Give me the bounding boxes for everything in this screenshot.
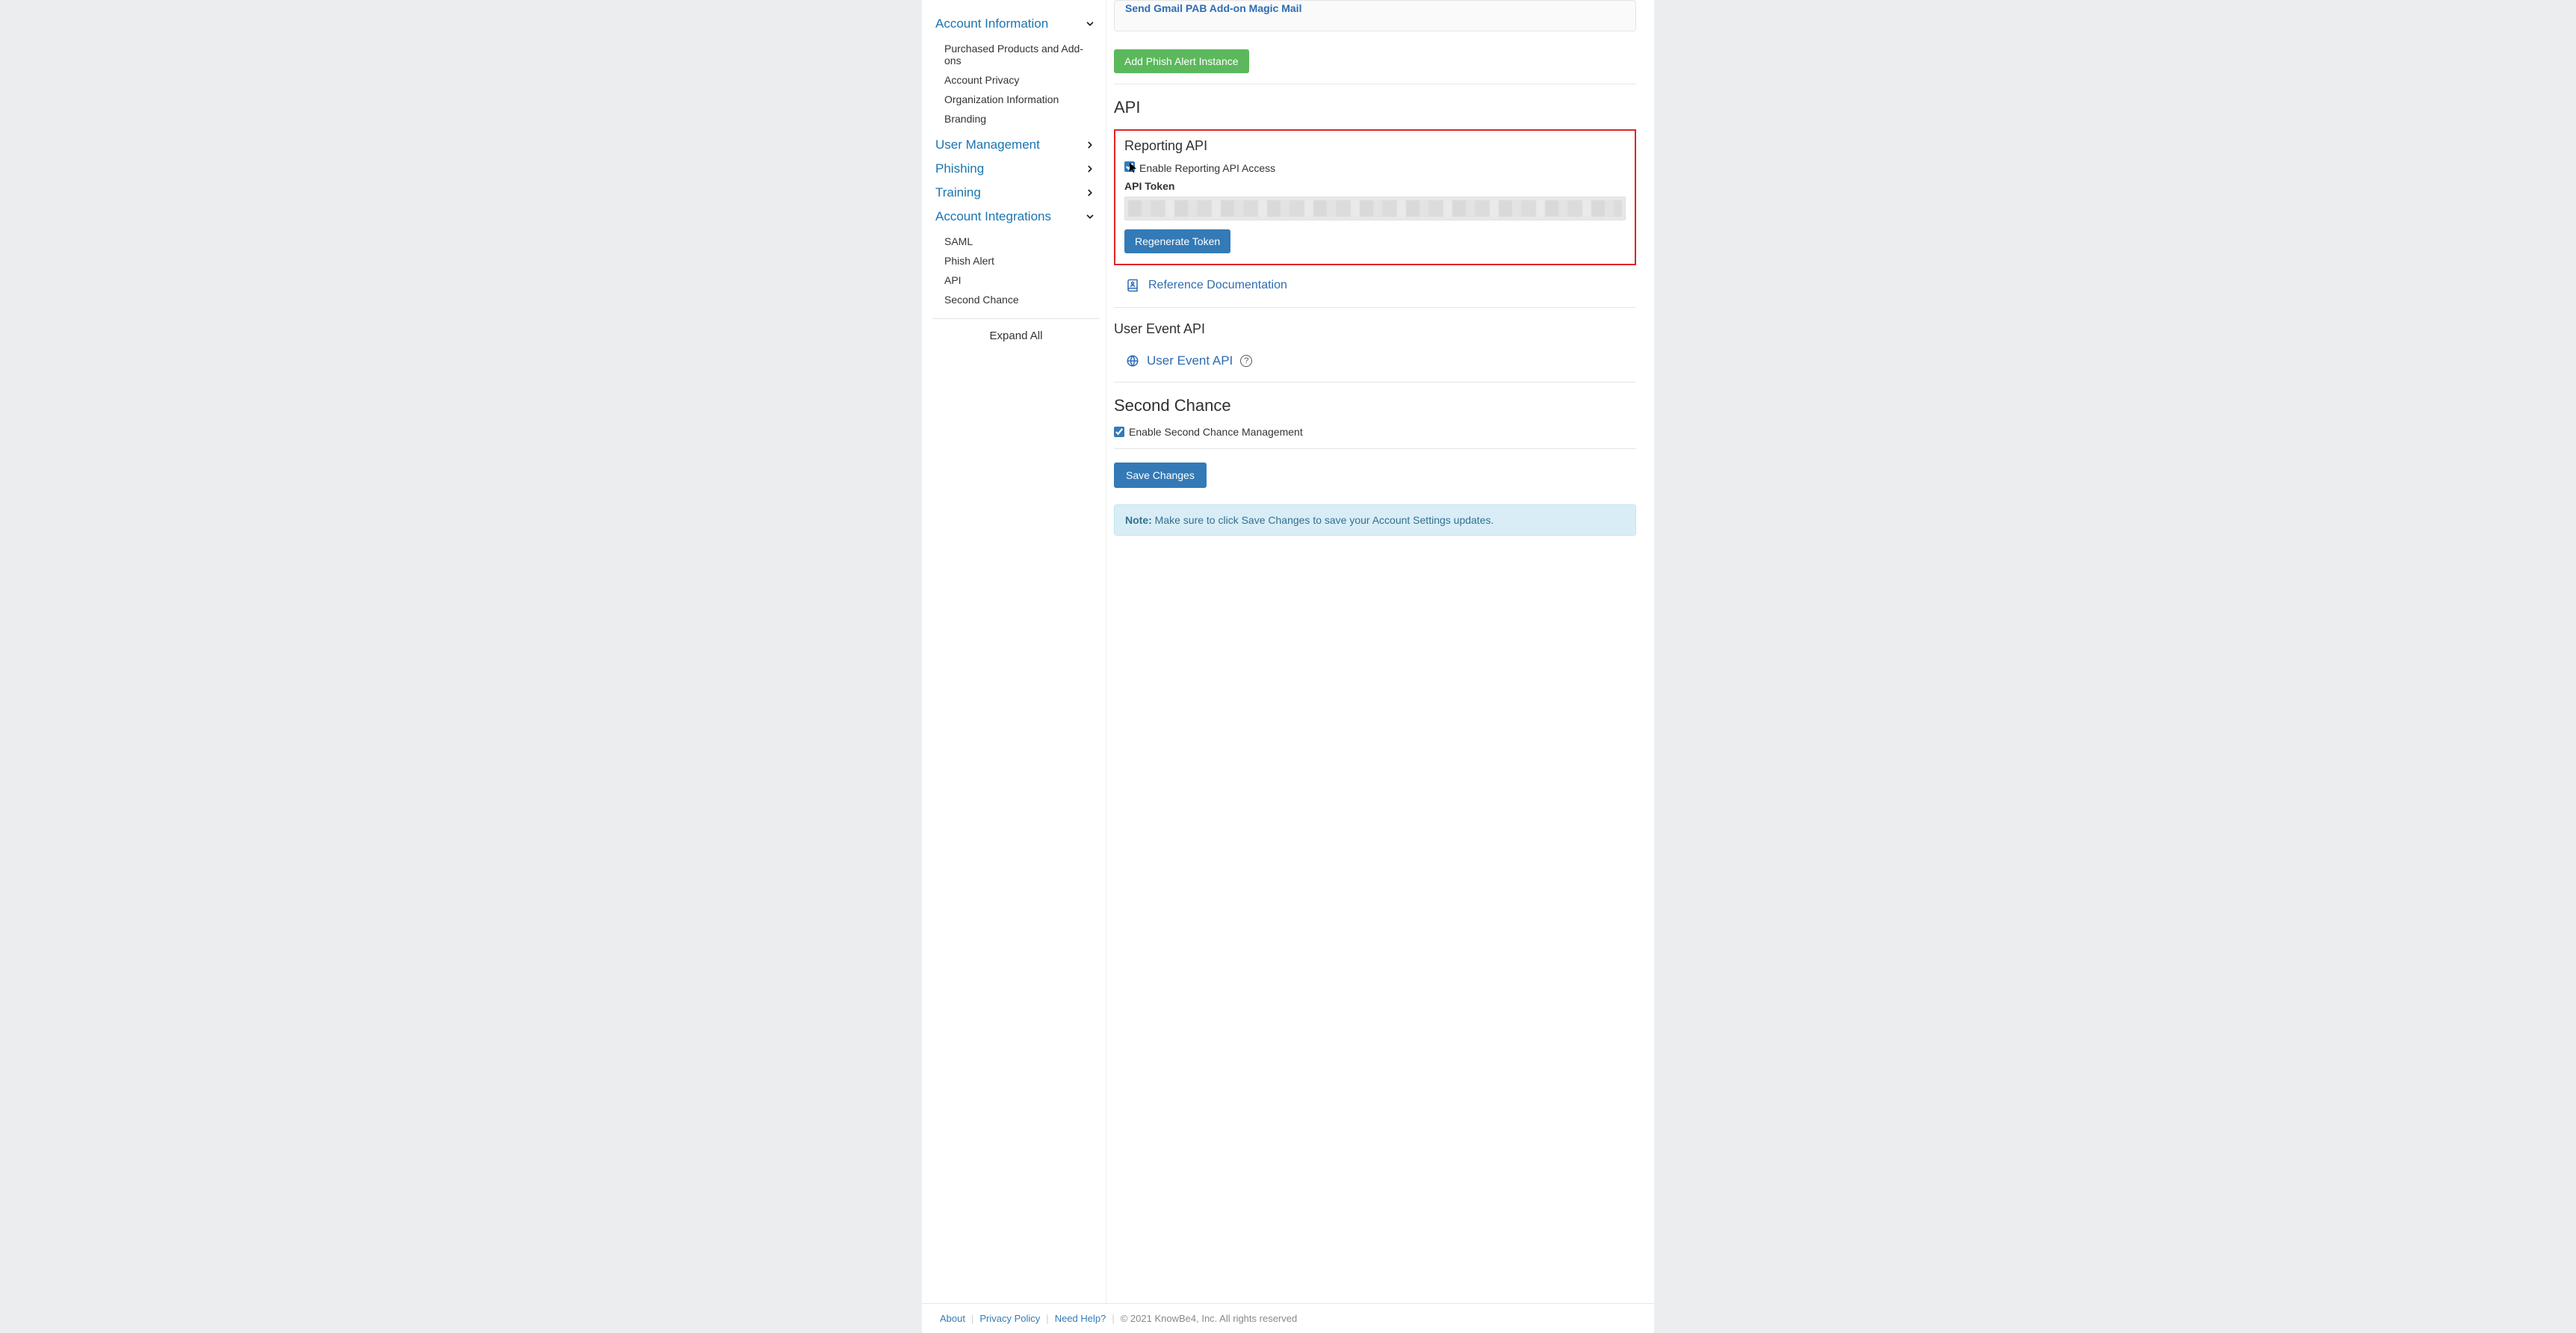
api-heading: API (1114, 98, 1636, 117)
note-prefix: Note: (1125, 514, 1152, 526)
enable-second-chance-label: Enable Second Chance Management (1129, 426, 1303, 438)
enable-second-chance-checkbox[interactable] (1114, 427, 1124, 437)
sidebar-section-account-information[interactable]: Account Information (932, 12, 1100, 36)
footer-help-link[interactable]: Need Help? (1055, 1313, 1106, 1324)
separator: | (971, 1313, 973, 1324)
sidebar-divider (932, 318, 1100, 319)
sidebar-section-label: Phishing (935, 161, 984, 176)
footer-about-link[interactable]: About (940, 1313, 965, 1324)
main-panel: Send Gmail PAB Add-on Magic Mail Add Phi… (1106, 0, 1654, 1303)
sidebar-section-label: Account Integrations (935, 209, 1051, 224)
send-gmail-pab-link[interactable]: Send Gmail PAB Add-on Magic Mail (1125, 1, 1301, 14)
footer-privacy-link[interactable]: Privacy Policy (979, 1313, 1040, 1324)
sidebar-sublist-account-integrations: SAML Phish Alert API Second Chance (932, 229, 1100, 314)
sidebar-item-organization-information[interactable]: Organization Information (932, 90, 1100, 109)
regenerate-token-button[interactable]: Regenerate Token (1124, 229, 1230, 253)
help-icon[interactable]: ? (1240, 355, 1252, 367)
sidebar-section-user-management[interactable]: User Management (932, 133, 1100, 157)
user-event-api-link[interactable]: User Event API (1147, 353, 1233, 368)
sidebar-item-second-chance[interactable]: Second Chance (932, 290, 1100, 309)
enable-reporting-api-label: Enable Reporting API Access (1139, 162, 1275, 174)
footer-copyright: © 2021 KnowBe4, Inc. All rights reserved (1121, 1313, 1297, 1324)
sidebar-sublist-account-information: Purchased Products and Add-ons Account P… (932, 36, 1100, 133)
divider (1114, 307, 1636, 308)
sidebar-section-label: Training (935, 185, 981, 200)
sidebar-section-phishing[interactable]: Phishing (932, 157, 1100, 181)
user-event-api-title: User Event API (1114, 321, 1636, 337)
chevron-down-icon (1083, 210, 1097, 223)
reference-documentation-label: Reference Documentation (1148, 279, 1287, 292)
chevron-right-icon (1083, 162, 1097, 176)
note-body: Make sure to click Save Changes to save … (1152, 514, 1494, 526)
sidebar-item-purchased-products[interactable]: Purchased Products and Add-ons (932, 39, 1100, 70)
expand-all-button[interactable]: Expand All (932, 327, 1100, 345)
divider (1114, 448, 1636, 449)
reporting-api-box: Reporting API Enable Reporting API Acces… (1114, 129, 1636, 265)
reference-documentation-link[interactable]: Reference Documentation (1114, 274, 1636, 297)
sidebar-item-phish-alert[interactable]: Phish Alert (932, 251, 1100, 270)
sidebar-item-api[interactable]: API (932, 270, 1100, 290)
chevron-right-icon (1083, 138, 1097, 152)
separator: | (1046, 1313, 1048, 1324)
api-token-field[interactable] (1124, 197, 1626, 220)
api-token-label: API Token (1124, 180, 1626, 192)
save-changes-button[interactable]: Save Changes (1114, 463, 1207, 488)
add-phish-alert-button[interactable]: Add Phish Alert Instance (1114, 49, 1249, 73)
sidebar-item-account-privacy[interactable]: Account Privacy (932, 70, 1100, 90)
book-icon (1126, 279, 1139, 292)
sidebar-item-branding[interactable]: Branding (932, 109, 1100, 129)
reporting-api-title: Reporting API (1124, 138, 1626, 154)
enable-reporting-api-checkbox[interactable] (1124, 161, 1135, 172)
chevron-right-icon (1083, 186, 1097, 200)
globe-icon (1126, 354, 1139, 368)
enable-reporting-api-row[interactable]: Enable Reporting API Access (1124, 161, 1626, 174)
enable-second-chance-row[interactable]: Enable Second Chance Management (1114, 426, 1636, 438)
separator: | (1112, 1313, 1114, 1324)
sidebar-section-account-integrations[interactable]: Account Integrations (932, 205, 1100, 229)
cursor-icon (1124, 161, 1135, 174)
magic-mail-box: Send Gmail PAB Add-on Magic Mail (1114, 0, 1636, 31)
sidebar-item-saml[interactable]: SAML (932, 232, 1100, 251)
sidebar: Account Information Purchased Products a… (922, 0, 1106, 1303)
note-box: Note: Make sure to click Save Changes to… (1114, 504, 1636, 536)
footer: About | Privacy Policy | Need Help? | © … (922, 1303, 1654, 1333)
chevron-down-icon (1083, 17, 1097, 31)
sidebar-section-training[interactable]: Training (932, 181, 1100, 205)
sidebar-section-label: Account Information (935, 16, 1048, 31)
sidebar-section-label: User Management (935, 137, 1040, 152)
divider (1114, 382, 1636, 383)
second-chance-heading: Second Chance (1114, 396, 1636, 415)
